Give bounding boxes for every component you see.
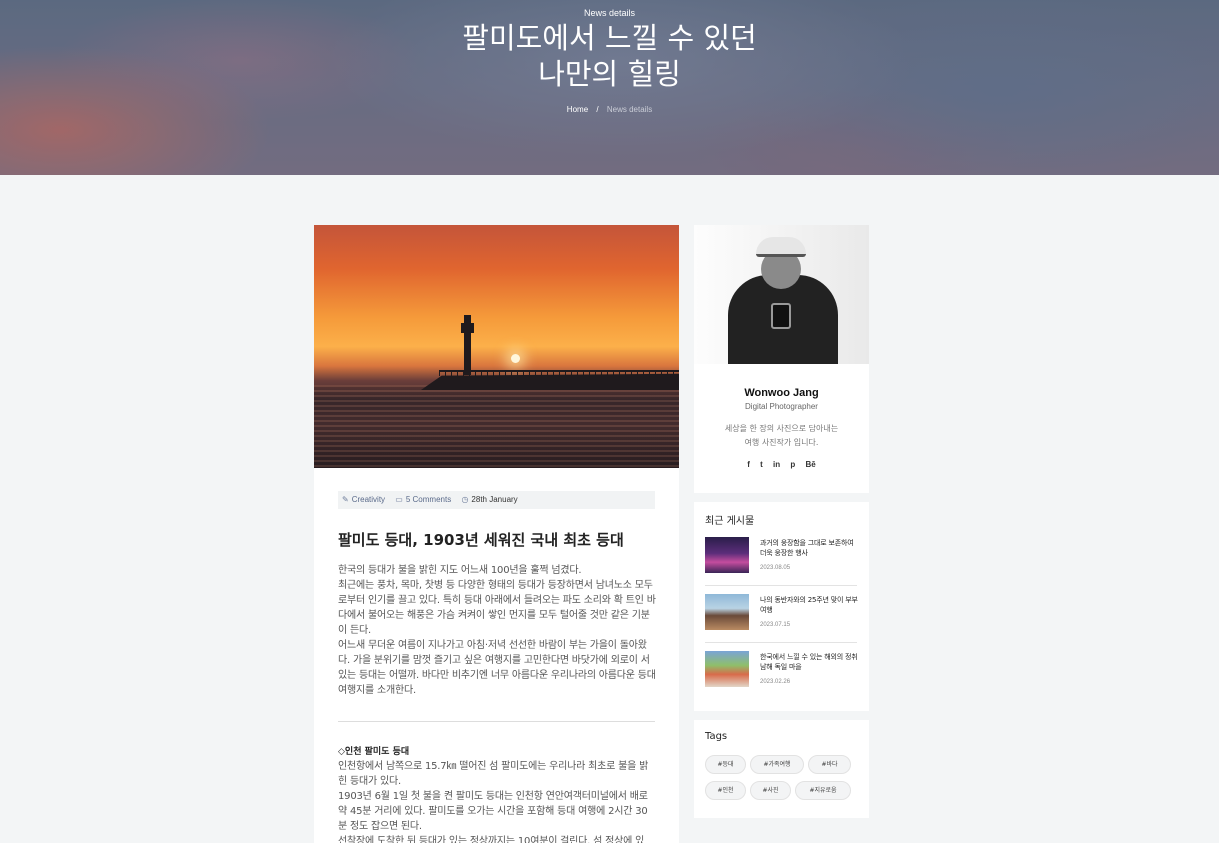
post-title[interactable]: 과거의 웅장함을 그대로 보존하여 더욱 웅장한 행사 <box>760 538 858 558</box>
tag-pill[interactable]: #사진 <box>750 781 791 800</box>
lighthouse-tower <box>461 315 474 375</box>
facebook-icon[interactable]: f <box>747 460 750 469</box>
page-header-banner: News details 팔미도에서 느낄 수 있던 나만의 힐링 Home /… <box>0 0 1219 175</box>
article-divider <box>338 721 655 722</box>
tag-pill[interactable]: #인천 <box>705 781 746 800</box>
section-body: 인천항에서 남쪽으로 15.7㎞ 떨어진 섬 팔미도에는 우리나라 최초로 불을… <box>338 759 656 843</box>
author-hat <box>756 237 806 257</box>
page-title: 팔미도에서 느낄 수 있던 나만의 힐링 <box>0 20 1219 92</box>
article-hero-image <box>314 225 679 468</box>
author-bio: 세상을 한 장의 사진으로 담아내는 여행 사진작가 입니다. <box>709 422 854 450</box>
post-divider <box>705 642 857 643</box>
sea-surface <box>314 385 679 468</box>
author-profile-card: Wonwoo Jang Digital Photographer 세상을 한 장… <box>694 225 869 493</box>
pinterest-icon[interactable]: p <box>790 460 795 469</box>
tag-pill[interactable]: #가족여행 <box>750 755 804 774</box>
post-date: 2023.07.15 <box>760 622 791 628</box>
author-bio-line: 여행 사진작가 입니다. <box>744 438 819 447</box>
post-date: 2023.08.05 <box>760 565 791 571</box>
article-body: 한국의 등대가 불을 밝힌 지도 어느새 100년을 훌쩍 넘겼다. 최근에는 … <box>338 563 656 698</box>
author-name: Wonwoo Jang <box>744 387 819 399</box>
post-thumbnail[interactable] <box>705 537 749 573</box>
behance-icon[interactable]: Bē <box>806 460 816 469</box>
clock-icon: ◷ <box>461 495 469 504</box>
post-thumbnail[interactable] <box>705 651 749 687</box>
meta-category[interactable]: ✎ Creativity <box>342 495 387 504</box>
meta-comments[interactable]: ▭ 5 Comments <box>395 495 453 504</box>
section-paragraph: 1903년 6월 1일 첫 불을 켠 팔미도 등대는 인천항 연안여객터미널에서… <box>338 791 648 832</box>
tag-pill[interactable]: #지유로움 <box>795 781 851 800</box>
tag-pill[interactable]: #바다 <box>808 755 851 774</box>
article-paragraph: 어느새 무더운 여름이 지나가고 아침·저녁 선선한 바람이 부는 가을이 돌아… <box>338 640 656 696</box>
breadcrumb-separator: / <box>596 105 599 114</box>
edit-icon: ✎ <box>342 495 349 504</box>
article-title: 팔미도 등대, 1903년 세워진 국내 최초 등대 <box>338 531 624 549</box>
page-title-line-2: 나만의 힐링 <box>538 57 681 91</box>
breadcrumb-home-link[interactable]: Home <box>567 105 588 114</box>
author-photo <box>694 225 869 364</box>
post-title[interactable]: 나의 동반자와의 25주년 맞이 부부여행 <box>760 595 858 615</box>
recent-post-item[interactable]: 과거의 웅장함을 그대로 보존하여 더욱 웅장한 행사 2023.08.05 <box>705 537 857 585</box>
post-divider <box>705 585 857 586</box>
breadcrumb: Home / News details <box>0 105 1219 114</box>
tags-widget: Tags #등대 #가족여행 #바다 #인천 #사진 #지유로움 <box>694 720 869 818</box>
breadcrumb-current: News details <box>606 105 653 114</box>
recent-post-item[interactable]: 한국에서 느낄 수 있는 해외의 정취 남해 독일 마을 2023.02.26 <box>705 651 858 699</box>
meta-date: ◷ 28th January <box>461 495 517 504</box>
post-date: 2023.02.26 <box>760 679 791 685</box>
meta-date-label: 28th January <box>471 495 518 504</box>
recent-posts-title: 최근 게시물 <box>705 516 755 527</box>
author-bio-line: 세상을 한 장의 사진으로 담아내는 <box>724 424 839 433</box>
linkedin-icon[interactable]: in <box>773 460 780 469</box>
tag-pill[interactable]: #등대 <box>705 755 746 774</box>
recent-post-item[interactable]: 나의 동반자와의 25주년 맞이 부부여행 2023.07.15 <box>705 594 858 642</box>
post-thumbnail[interactable] <box>705 594 749 630</box>
sunset-sun <box>511 354 520 363</box>
header-kicker: News details <box>583 8 636 18</box>
twitter-icon[interactable]: t <box>760 460 763 469</box>
post-title[interactable]: 한국에서 느낄 수 있는 해외의 정취 남해 독일 마을 <box>760 652 858 672</box>
meta-comments-label: 5 Comments <box>405 495 452 504</box>
article-paragraph: 한국의 등대가 불을 밝힌 지도 어느새 100년을 훌쩍 넘겼다. <box>338 565 582 576</box>
meta-category-label: Creativity <box>351 495 386 504</box>
article-paragraph: 최근에는 풍차, 목마, 찻병 등 다양한 형태의 등대가 등장하면서 남녀노소… <box>338 580 656 636</box>
recent-posts-widget: 최근 게시물 과거의 웅장함을 그대로 보존하여 더욱 웅장한 행사 2023.… <box>694 502 869 711</box>
article-card: ✎ Creativity ▭ 5 Comments ◷ 28th January 팔미… <box>314 225 679 843</box>
comment-icon: ▭ <box>395 495 403 504</box>
tags-title: Tags <box>705 731 728 742</box>
section-paragraph: 인천항에서 남쪽으로 15.7㎞ 떨어진 섬 팔미도에는 우리나라 최초로 불을… <box>338 761 649 787</box>
camera-icon <box>771 303 791 329</box>
article-meta-bar: ✎ Creativity ▭ 5 Comments ◷ 28th January <box>338 491 655 509</box>
pier-railing <box>439 370 679 376</box>
section-paragraph: 선착장에 도착한 뒤 등대가 있는 정상까지는 10여분이 걸린다. 섬 정상에… <box>338 836 645 843</box>
author-role: Digital Photographer <box>745 402 818 411</box>
page-title-line-1: 팔미도에서 느낄 수 있던 <box>462 21 757 55</box>
section-heading: ◇인천 팔미도 등대 <box>338 747 410 757</box>
social-links: f t in p Bē <box>694 460 869 469</box>
